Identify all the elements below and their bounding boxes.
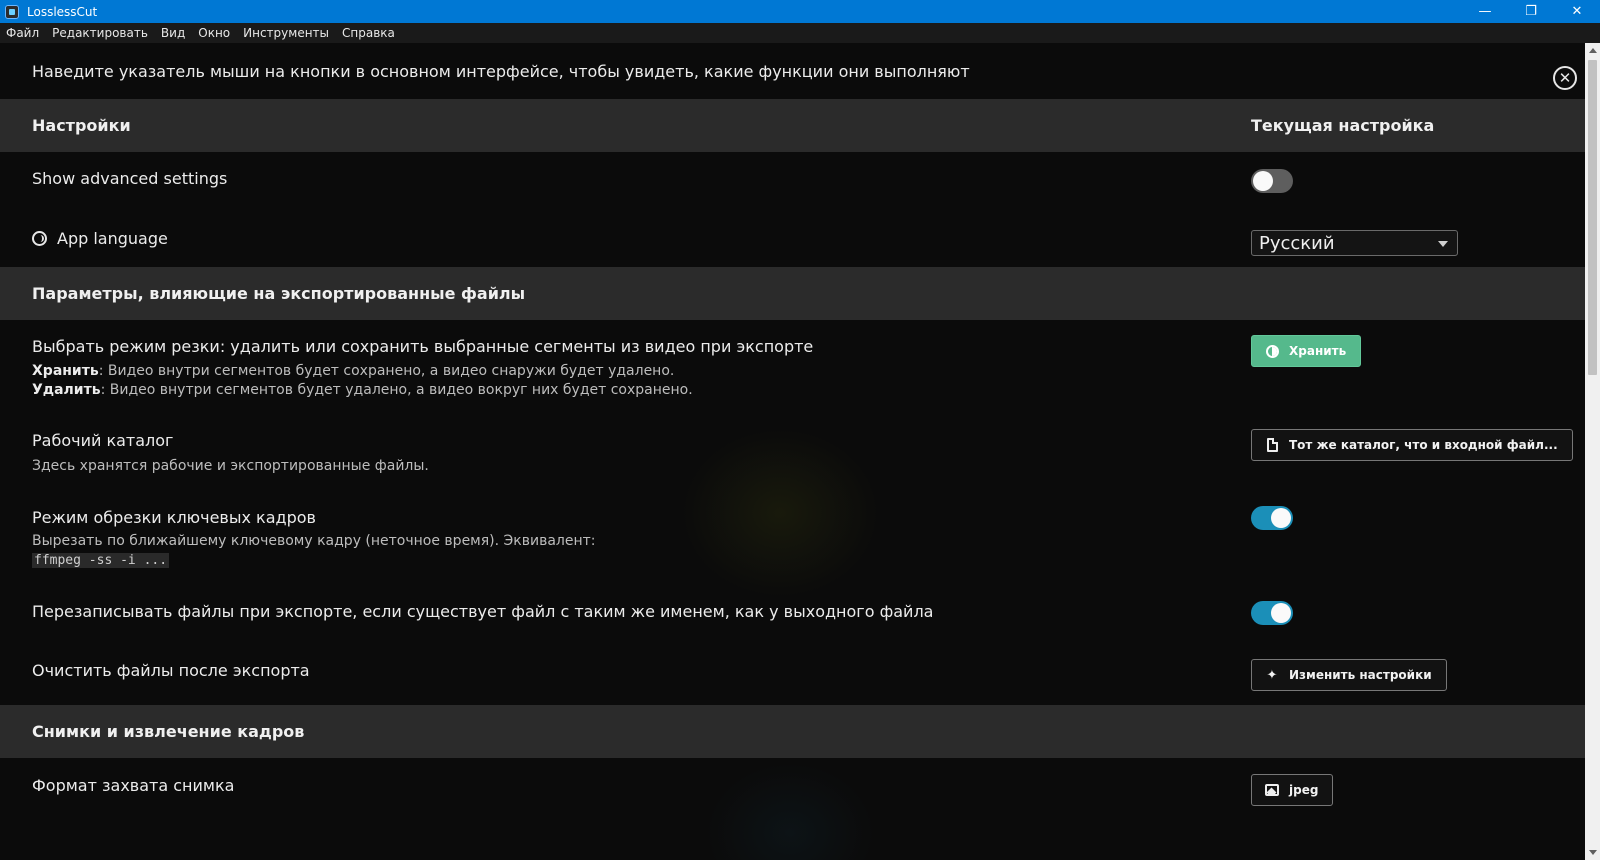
window-title: LosslessCut [27, 4, 98, 19]
overwrite-toggle[interactable] [1251, 601, 1293, 625]
snapshot-format-button[interactable]: jpeg [1251, 774, 1334, 806]
scroll-down-arrow-icon[interactable] [1585, 845, 1600, 860]
remove-desc-line: Удалить: Видео внутри сегментов будет уд… [32, 381, 693, 400]
yin-yang-icon [1265, 344, 1279, 358]
globe-icon [32, 231, 47, 246]
current-setting-header: Текущая настройка [1251, 116, 1435, 135]
title-bar: LosslessCut — ❐ ✕ [0, 0, 1600, 23]
menu-window[interactable]: Окно [198, 26, 230, 40]
cleanup-button-label: Изменить настройки [1289, 668, 1432, 682]
remove-desc: : Видео внутри сегментов будет удалено, … [100, 382, 693, 398]
maximize-button[interactable]: ❐ [1508, 0, 1554, 23]
toggle-knob [1271, 603, 1291, 623]
image-icon [1265, 783, 1279, 797]
scroll-up-arrow-icon[interactable] [1585, 43, 1600, 58]
advanced-settings-toggle[interactable] [1251, 169, 1293, 193]
keep-label: Хранить [32, 363, 99, 379]
section-header-settings: Настройки Текущая настройка [0, 99, 1585, 152]
menu-tools[interactable]: Инструменты [243, 26, 329, 40]
section-title: Снимки и извлечение кадров [32, 722, 305, 741]
window-controls: — ❐ ✕ [1462, 0, 1600, 23]
keep-desc: : Видео внутри сегментов будет сохранено… [98, 363, 675, 379]
keyframe-mode-desc: Вырезать по ближайшему ключевому кадру (… [32, 532, 596, 570]
minimize-button[interactable]: — [1462, 0, 1508, 23]
cleanup-settings-button[interactable]: ✦ Изменить настройки [1251, 659, 1447, 691]
toggle-knob [1271, 508, 1291, 528]
settings-page: Наведите указатель мыши на кнопки в осно… [0, 43, 1585, 860]
ffmpeg-code: ffmpeg -ss -i ... [32, 553, 170, 568]
cut-mode-label: Выбрать режим резки: удалить или сохрани… [32, 337, 814, 356]
cut-mode-desc: Хранить: Видео внутри сегментов будет со… [32, 362, 693, 400]
app-language-row: App language [32, 229, 168, 248]
menu-file[interactable]: Файл [6, 26, 39, 40]
working-dir-desc: Здесь хранятся рабочие и экспортированны… [32, 458, 429, 474]
cleanup-label: Очистить файлы после экспорта [32, 661, 310, 680]
vertical-scrollbar[interactable] [1585, 43, 1600, 860]
cut-mode-button-label: Хранить [1289, 344, 1347, 358]
toggle-knob [1253, 171, 1273, 191]
menu-edit[interactable]: Редактировать [52, 26, 148, 40]
snapshot-format-label: Формат захвата снимка [32, 776, 235, 795]
remove-label: Удалить [32, 382, 101, 398]
keyframe-mode-label: Режим обрезки ключевых кадров [32, 508, 316, 527]
overwrite-label: Перезаписывать файлы при экспорте, если … [32, 602, 934, 621]
app-language-label: App language [57, 229, 168, 248]
section-header-export: Параметры, влияющие на экспортированные … [0, 267, 1585, 320]
advanced-settings-label: Show advanced settings [32, 169, 228, 188]
keep-desc-line: Хранить: Видео внутри сегментов будет со… [32, 362, 693, 381]
working-dir-button-label: Тот же каталог, что и входной файл... [1289, 438, 1558, 452]
language-select-value: Русский [1259, 232, 1335, 254]
snapshot-format-button-label: jpeg [1289, 783, 1319, 797]
menu-bar: Файл Редактировать Вид Окно Инструменты … [0, 23, 1600, 43]
section-header-snapshots: Снимки и извлечение кадров [0, 705, 1585, 758]
keyframe-mode-toggle[interactable] [1251, 506, 1293, 530]
cut-mode-button[interactable]: Хранить [1251, 335, 1362, 367]
section-title: Параметры, влияющие на экспортированные … [32, 284, 526, 303]
scroll-thumb[interactable] [1588, 60, 1597, 375]
app-icon [5, 4, 19, 19]
hint-text: Наведите указатель мыши на кнопки в осно… [32, 62, 970, 81]
menu-view[interactable]: Вид [161, 26, 185, 40]
working-dir-label: Рабочий каталог [32, 431, 174, 450]
close-icon: ✕ [1558, 68, 1572, 87]
file-icon [1265, 438, 1279, 452]
working-dir-button[interactable]: Тот же каталог, что и входной файл... [1251, 429, 1573, 461]
sparkle-icon: ✦ [1266, 667, 1278, 683]
window-close-button[interactable]: ✕ [1554, 0, 1600, 23]
close-settings-button[interactable]: ✕ [1553, 66, 1577, 90]
section-title: Настройки [32, 116, 131, 135]
menu-help[interactable]: Справка [342, 26, 395, 40]
language-select[interactable]: Русский [1251, 230, 1458, 256]
keyframe-desc-text: Вырезать по ближайшему ключевому кадру (… [32, 533, 596, 549]
chevron-down-icon [1438, 241, 1448, 247]
